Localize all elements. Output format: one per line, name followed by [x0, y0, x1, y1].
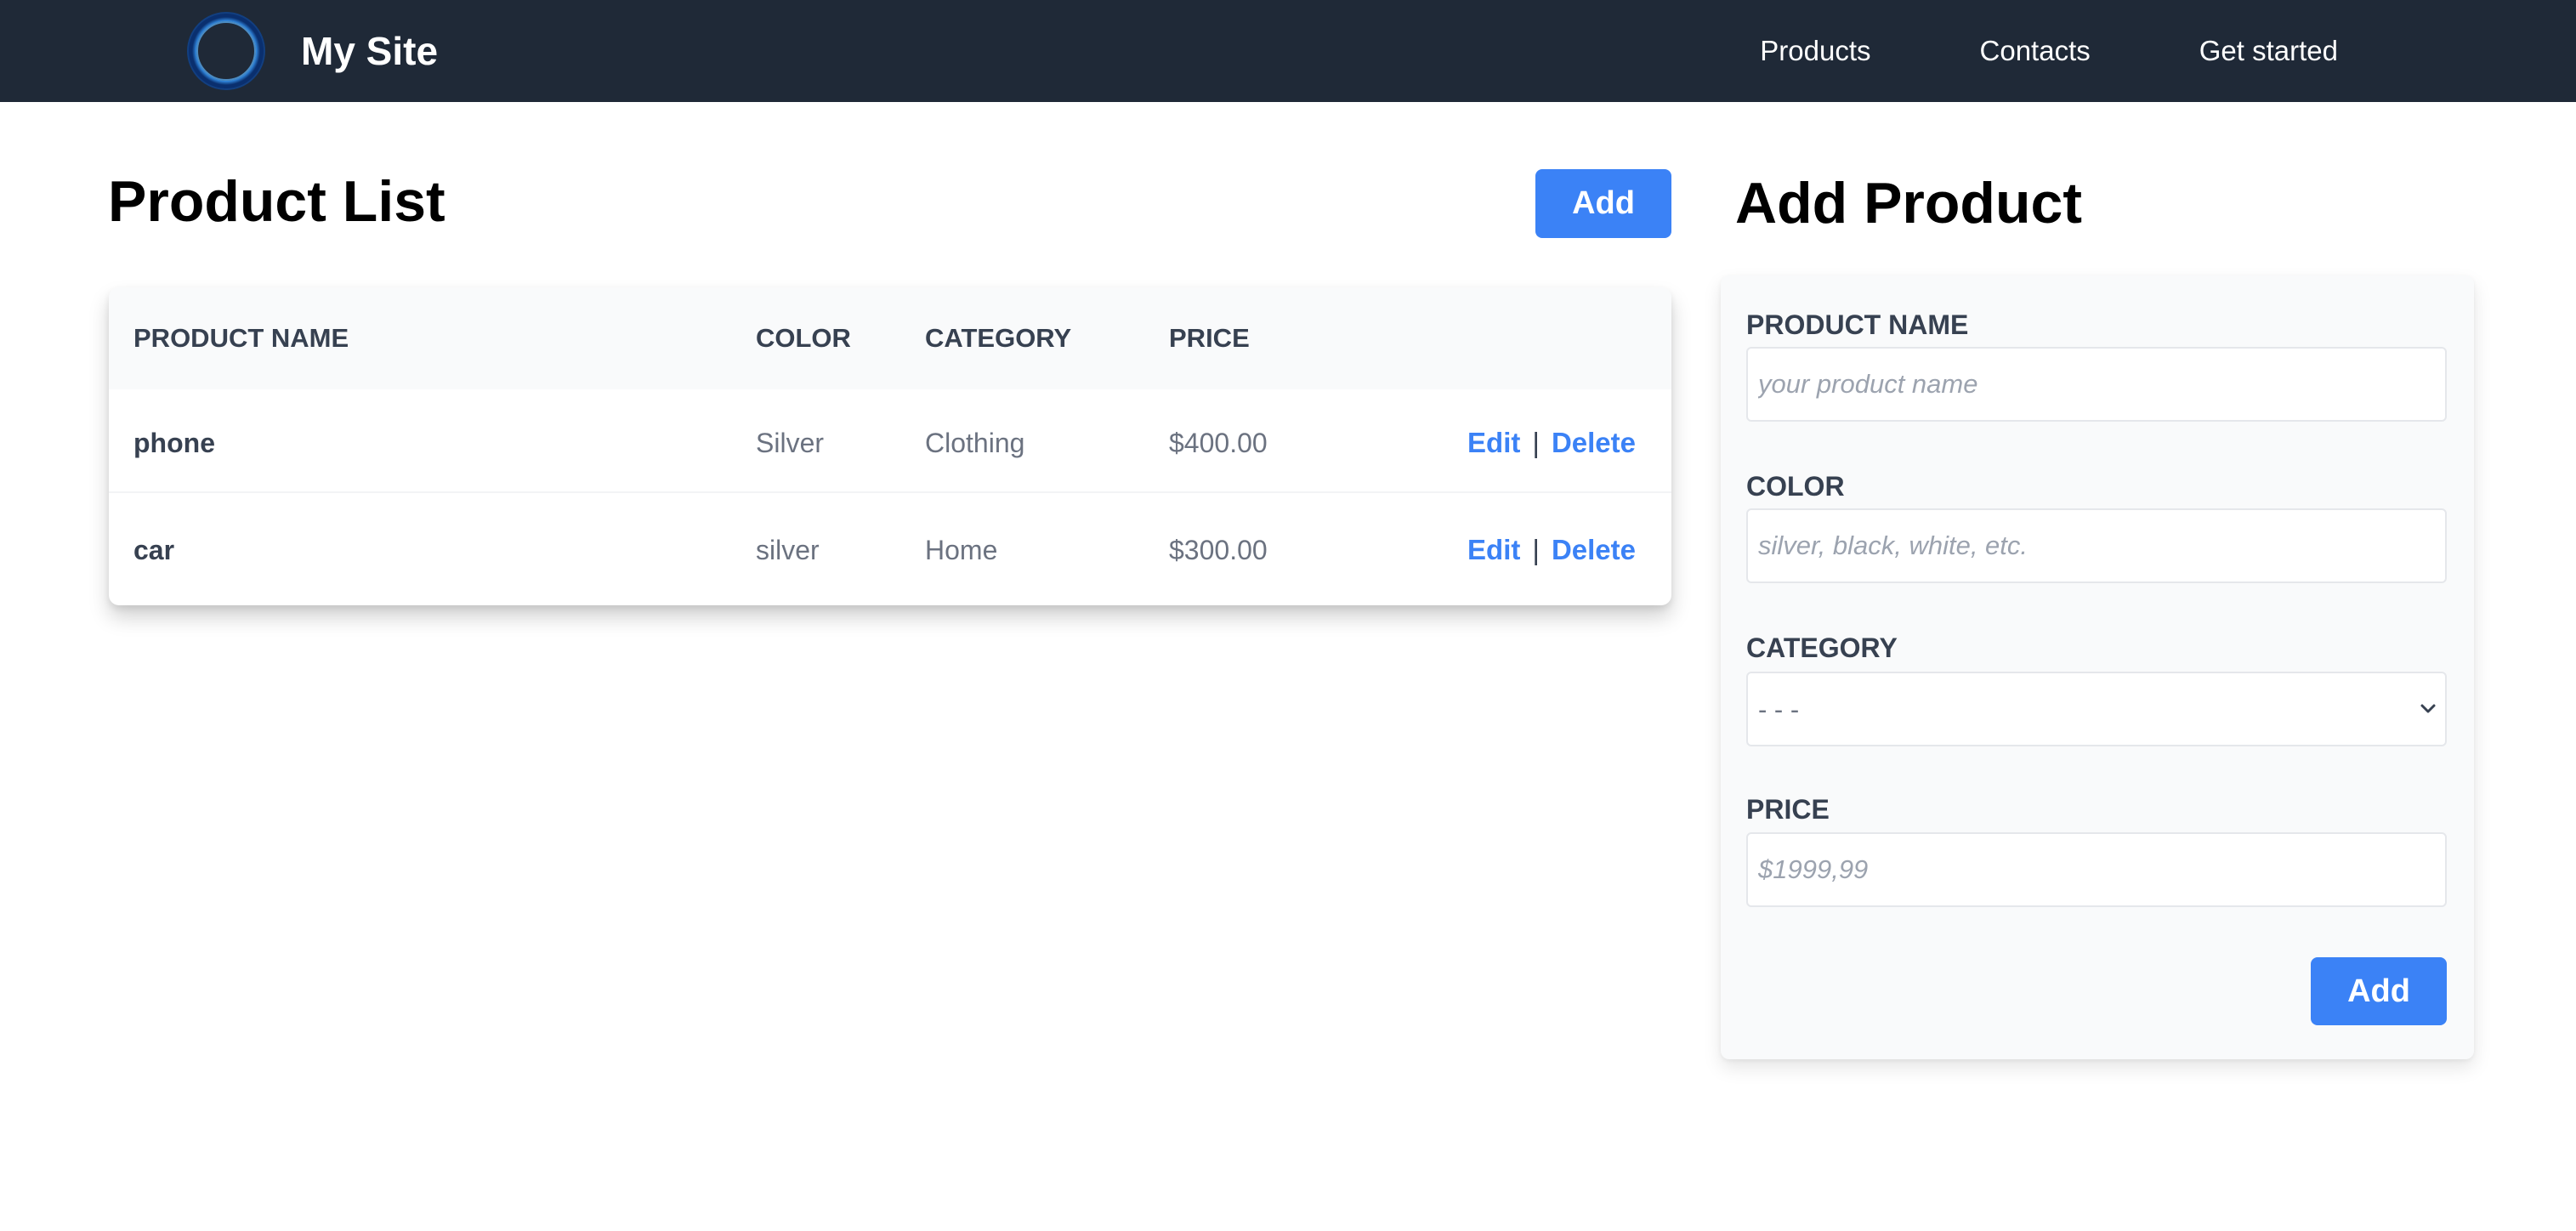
- column-header-product-name: Product Name: [133, 323, 349, 353]
- add-product-title: Add Product: [1735, 171, 2082, 235]
- edit-link[interactable]: Edit: [1467, 427, 1520, 458]
- table-header: Product Name Color Category Price: [109, 287, 1671, 389]
- cell-product-name: phone: [133, 428, 215, 458]
- submit-add-button[interactable]: Add: [2311, 957, 2447, 1025]
- column-header-category: Category: [925, 323, 1072, 353]
- product-table: Product Name Color Category Price phone …: [109, 287, 1671, 605]
- cell-color: Silver: [756, 428, 825, 458]
- nav-link-products[interactable]: Products: [1760, 35, 1870, 67]
- chevron-down-icon: [2420, 704, 2436, 713]
- cell-price: $300.00: [1169, 535, 1268, 565]
- cell-product-name: car: [133, 535, 175, 565]
- column-header-color: Color: [756, 323, 851, 353]
- nav-link-contacts[interactable]: Contacts: [1980, 35, 2091, 67]
- brand-name[interactable]: My Site: [301, 28, 438, 74]
- add-product-form: PRODUCT NAME COLOR CATEGORY - - - PRICE …: [1721, 275, 2474, 1059]
- ring-logo-icon: [187, 12, 265, 90]
- cell-price: $400.00: [1169, 428, 1268, 458]
- cell-category: Home: [925, 535, 998, 565]
- product-list-title: Product List: [108, 169, 445, 234]
- table-row: phone Silver Clothing $400.00 Edit | Delet…: [109, 389, 1671, 496]
- category-select[interactable]: - - -: [1746, 672, 2447, 746]
- cell-color: silver: [756, 535, 820, 565]
- color-label: COLOR: [1746, 471, 1845, 502]
- row-actions: Edit | Delete: [1467, 496, 1636, 604]
- table-row: car silver Home $300.00 Edit | Delete: [109, 496, 1671, 604]
- delete-link[interactable]: Delete: [1552, 534, 1636, 565]
- color-input[interactable]: [1746, 508, 2447, 583]
- action-separator: |: [1532, 534, 1540, 565]
- product-name-input[interactable]: [1746, 347, 2447, 422]
- price-label: PRICE: [1746, 794, 1830, 825]
- cell-category: Clothing: [925, 428, 1025, 458]
- delete-link[interactable]: Delete: [1552, 427, 1636, 458]
- edit-link[interactable]: Edit: [1467, 534, 1520, 565]
- category-label: CATEGORY: [1746, 633, 1898, 663]
- product-name-label: PRODUCT NAME: [1746, 309, 1969, 340]
- price-input[interactable]: [1746, 832, 2447, 907]
- column-header-price: Price: [1169, 323, 1250, 353]
- row-actions: Edit | Delete: [1467, 389, 1636, 496]
- nav-links: Products Contacts Get started: [1651, 0, 2338, 102]
- action-separator: |: [1532, 427, 1540, 458]
- brand[interactable]: My Site: [187, 12, 438, 90]
- row-divider: [109, 491, 1671, 493]
- add-product-button[interactable]: Add: [1535, 169, 1671, 238]
- nav-link-get-started[interactable]: Get started: [2199, 35, 2338, 67]
- top-navbar: My Site Products Contacts Get started: [0, 0, 2576, 102]
